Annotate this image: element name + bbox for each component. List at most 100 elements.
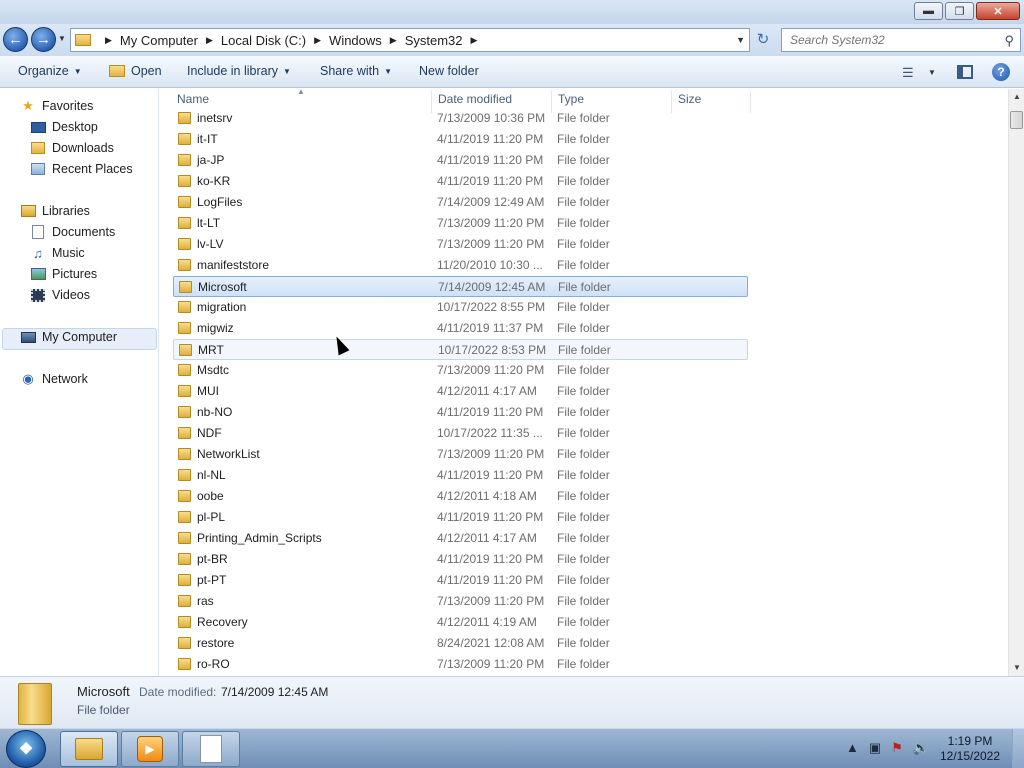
new-folder-button[interactable]: New folder [419, 64, 479, 78]
details-date-value: 7/14/2009 12:45 AM [221, 685, 329, 699]
table-row[interactable]: MUI 4/12/2011 4:17 AM File folder [173, 381, 748, 402]
table-row[interactable]: nb-NO 4/11/2019 11:20 PM File folder [173, 402, 748, 423]
close-button[interactable]: ✕ [976, 2, 1020, 20]
table-row[interactable]: NetworkList 7/13/2009 11:20 PM File folder [173, 444, 748, 465]
vertical-scrollbar[interactable]: ▲ ▼ [1008, 89, 1024, 676]
table-row[interactable]: MRT 10/17/2022 8:53 PM File folder [173, 339, 748, 360]
breadcrumb-separator-icon[interactable]: ▶ [471, 35, 478, 46]
table-row[interactable]: oobe 4/12/2011 4:18 AM File folder [173, 486, 748, 507]
table-row[interactable]: pt-PT 4/11/2019 11:20 PM File folder [173, 570, 748, 591]
breadcrumb-separator-icon[interactable]: ▶ [206, 35, 213, 46]
refresh-icon[interactable]: ↻ [753, 30, 773, 50]
breadcrumb-local-disk[interactable]: Local Disk (C:) [221, 33, 306, 48]
breadcrumb-separator-icon[interactable]: ▶ [105, 35, 112, 46]
table-row[interactable]: migwiz 4/11/2019 11:37 PM File folder [173, 318, 748, 339]
scroll-up-icon[interactable]: ▲ [1009, 89, 1024, 105]
nav-item-desktop[interactable]: Desktop [30, 120, 98, 134]
column-header-type[interactable]: Type [558, 92, 584, 106]
change-view-icon[interactable]: ☰ [902, 65, 914, 81]
taskbar-document-button[interactable] [182, 731, 240, 767]
table-row[interactable]: restore 8/24/2021 12:08 AM File folder [173, 633, 748, 654]
breadcrumb-my-computer[interactable]: My Computer [120, 33, 198, 48]
search-input[interactable] [790, 33, 990, 47]
forward-arrow-icon[interactable]: → [31, 27, 56, 52]
breadcrumb-system32[interactable]: System32 [405, 33, 463, 48]
nav-item-documents[interactable]: Documents [30, 225, 115, 239]
preview-pane-icon[interactable] [957, 65, 973, 79]
taskbar-explorer-button[interactable] [60, 731, 118, 767]
clock[interactable]: 1:19 PM 12/15/2022 [930, 734, 1010, 764]
file-date-modified: 11/20/2010 10:30 ... [437, 258, 543, 272]
search-box[interactable]: ⚲ [781, 28, 1021, 52]
file-type: File folder [557, 489, 610, 503]
table-row[interactable]: lt-LT 7/13/2009 11:20 PM File folder [173, 213, 748, 234]
search-icon[interactable]: ⚲ [1004, 33, 1014, 49]
back-arrow-icon[interactable]: ← [3, 27, 28, 52]
table-row[interactable]: pl-PL 4/11/2019 11:20 PM File folder [173, 507, 748, 528]
nav-item-label: Desktop [52, 120, 98, 134]
nav-item-libraries[interactable]: Libraries [20, 204, 90, 218]
table-row[interactable]: ro-RO 7/13/2009 11:20 PM File folder [173, 654, 748, 675]
nav-item-recent-places[interactable]: Recent Places [30, 162, 133, 176]
table-row[interactable]: manifeststore 11/20/2010 10:30 ... File fo… [173, 255, 748, 276]
file-type: File folder [557, 132, 610, 146]
open-button[interactable]: Open [109, 64, 162, 78]
breadcrumb-separator-icon[interactable]: ▶ [314, 35, 321, 46]
show-hidden-icons-icon[interactable]: ▲ [846, 740, 859, 756]
address-dropdown-icon[interactable]: ▼ [736, 35, 745, 45]
table-row[interactable]: LogFiles 7/14/2009 12:49 AM File folder [173, 192, 748, 213]
start-button[interactable]: ❖ [6, 730, 46, 768]
scrollbar-thumb[interactable] [1010, 111, 1023, 129]
table-row[interactable]: ras 7/13/2009 11:20 PM File folder [173, 591, 748, 612]
volume-icon[interactable]: 🔈 [913, 740, 929, 756]
table-row[interactable]: NDF 10/17/2022 11:35 ... File folder [173, 423, 748, 444]
taskbar-media-player-button[interactable]: ▶ [121, 731, 179, 767]
column-header-date-modified[interactable]: Date modified [438, 92, 512, 106]
help-icon[interactable]: ? [992, 63, 1010, 81]
file-date-modified: 7/14/2009 12:45 AM [438, 280, 546, 294]
share-with-button[interactable]: Share with ▼ [320, 64, 392, 78]
maximize-button[interactable]: ❐ [945, 2, 974, 20]
scroll-down-icon[interactable]: ▼ [1009, 660, 1024, 676]
file-date-modified: 7/13/2009 10:36 PM [437, 111, 546, 125]
minimize-button[interactable]: ▬ [914, 2, 943, 20]
table-row[interactable]: Msdtc 7/13/2009 11:20 PM File folder [173, 360, 748, 381]
file-date-modified: 7/13/2009 11:20 PM [437, 363, 545, 377]
table-row[interactable]: it-IT 4/11/2019 11:20 PM File folder [173, 129, 748, 150]
breadcrumb-windows[interactable]: Windows [329, 33, 382, 48]
show-desktop-button[interactable] [1012, 729, 1024, 768]
organize-button[interactable]: Organize ▼ [18, 64, 82, 78]
table-row[interactable]: nl-NL 4/11/2019 11:20 PM File folder [173, 465, 748, 486]
address-bar[interactable]: ▶ My Computer ▶ Local Disk (C:) ▶ Window… [70, 28, 750, 52]
breadcrumb-separator-icon[interactable]: ▶ [390, 35, 397, 46]
table-row[interactable]: ja-JP 4/11/2019 11:20 PM File folder [173, 150, 748, 171]
table-row[interactable]: pt-BR 4/11/2019 11:20 PM File folder [173, 549, 748, 570]
folder-icon [178, 658, 191, 670]
file-date-modified: 4/11/2019 11:37 PM [437, 321, 544, 335]
column-header-name[interactable]: Name [177, 92, 209, 106]
nav-item-music[interactable]: ♫ Music [30, 246, 85, 261]
include-in-library-button[interactable]: Include in library ▼ [187, 64, 291, 78]
nav-item-pictures[interactable]: Pictures [30, 267, 97, 281]
column-header-size[interactable]: Size [678, 92, 701, 106]
nav-item-network[interactable]: ◉ Network [20, 371, 88, 386]
table-row[interactable]: lv-LV 7/13/2009 11:20 PM File folder [173, 234, 748, 255]
nav-item-favorites[interactable]: ★ Favorites [20, 98, 93, 113]
network-tray-icon[interactable]: ▣ [869, 740, 881, 756]
table-row[interactable]: ko-KR 4/11/2019 11:20 PM File folder [173, 171, 748, 192]
downloads-icon [30, 141, 46, 155]
sort-ascending-icon: ▲ [297, 89, 305, 96]
view-options-dropdown-icon[interactable]: ▼ [928, 68, 936, 77]
table-row[interactable]: migration 10/17/2022 8:55 PM File folder [173, 297, 748, 318]
table-row[interactable]: Printing_Admin_Scripts 4/12/2011 4:17 AM F… [173, 528, 748, 549]
nav-item-downloads[interactable]: Downloads [30, 141, 114, 155]
file-type: File folder [557, 174, 610, 188]
table-row[interactable]: Microsoft 7/14/2009 12:45 AM File folder [173, 276, 748, 297]
table-row[interactable]: inetsrv 7/13/2009 10:36 PM File folder [173, 108, 748, 129]
table-row[interactable]: Recovery 4/12/2011 4:19 AM File folder [173, 612, 748, 633]
nav-item-videos[interactable]: Videos [30, 288, 90, 302]
action-center-icon[interactable]: ⚑ [891, 740, 903, 756]
column-divider[interactable] [750, 91, 751, 113]
nav-item-my-computer[interactable]: My Computer [20, 330, 117, 344]
recent-pages-dropdown[interactable]: ▼ [58, 34, 66, 43]
